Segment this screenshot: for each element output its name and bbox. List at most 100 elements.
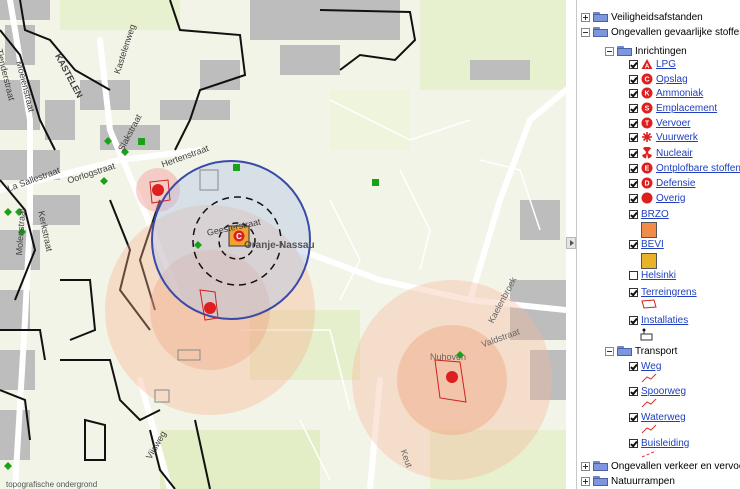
layer-checkbox[interactable] (629, 209, 638, 219)
layer-checkbox[interactable] (629, 412, 638, 422)
svg-text:D: D (644, 181, 649, 188)
tree-node-ongevallen-gevaarlijke-stoffen[interactable]: Ongevallen gevaarlijke stoffen (581, 25, 740, 39)
layer-checkbox[interactable] (629, 270, 638, 280)
tree-node-transport[interactable]: Transport (605, 344, 677, 358)
layer-brzo[interactable]: BRZO (629, 207, 669, 221)
svg-text:S: S (645, 106, 650, 113)
layer-checkbox[interactable] (629, 438, 638, 448)
layer-installaties[interactable]: Installaties (629, 313, 688, 327)
map-viewport[interactable]: C KASTELEN Kastelenweg Oorlogstraat Slak… (0, 0, 566, 489)
layer-link[interactable]: Waterweg (641, 412, 686, 423)
layer-helsinki[interactable]: Helsinki (629, 268, 676, 282)
tree-node-veiligheidsafstanden[interactable]: Veiligheidsafstanden (581, 10, 703, 24)
layer-checkbox[interactable] (629, 361, 638, 371)
layer-vuurwerk[interactable]: Vuurwerk (629, 130, 698, 144)
explosives-icon: E (641, 162, 653, 174)
opslag-icon: C (641, 73, 653, 85)
folder-icon (617, 46, 632, 56)
panel-collapse-handle[interactable] (566, 237, 576, 249)
collapse-icon[interactable] (581, 27, 590, 37)
layer-opslag[interactable]: C Opslag (629, 72, 688, 86)
tree-label[interactable]: Veiligheidsafstanden (611, 12, 703, 23)
folder-icon (593, 476, 608, 486)
installation-icon (640, 328, 653, 341)
layer-link[interactable]: Installaties (641, 315, 688, 326)
layer-checkbox[interactable] (629, 103, 638, 113)
tree-label[interactable]: Ongevallen verkeer en vervoer (611, 461, 740, 472)
layer-link[interactable]: Nucleair (656, 148, 693, 159)
tree-node-ongevallen-verkeer[interactable]: Ongevallen verkeer en vervoer (581, 459, 740, 473)
tree-label[interactable]: Transport (635, 346, 677, 357)
tree-label[interactable]: Inrichtingen (635, 46, 687, 57)
svg-text:K: K (644, 91, 649, 98)
pipeline-line-icon (641, 450, 657, 458)
tree-label[interactable]: Natuurrampen (611, 476, 675, 487)
layer-link[interactable]: Overig (656, 193, 685, 204)
layer-checkbox[interactable] (629, 148, 638, 158)
collapse-icon[interactable] (605, 346, 614, 356)
layer-lpg[interactable]: A LPG (629, 57, 676, 71)
layer-link[interactable]: Terreingrens (641, 287, 697, 298)
tree-node-natuurrampen[interactable]: Natuurrampen (581, 474, 675, 488)
defense-icon: D (641, 177, 653, 189)
emplacement-icon: S (641, 102, 653, 114)
layer-link[interactable]: Vuurwerk (656, 132, 698, 143)
svg-text:E: E (645, 166, 650, 173)
expand-icon[interactable] (581, 461, 590, 471)
layer-checkbox[interactable] (629, 59, 638, 69)
layer-link[interactable]: BEVI (641, 239, 664, 250)
collapse-icon[interactable] (605, 46, 614, 56)
waterway-line-icon (641, 424, 657, 434)
firework-icon (642, 132, 652, 142)
layer-checkbox[interactable] (629, 315, 638, 325)
bevi-swatch (641, 253, 657, 269)
layer-checkbox[interactable] (629, 287, 638, 297)
layer-nucleair[interactable]: Nucleair (629, 146, 693, 160)
layer-link[interactable]: Opslag (656, 74, 688, 85)
layer-link[interactable]: Emplacement (656, 103, 717, 114)
svg-text:C: C (644, 77, 649, 84)
layer-ontplofbare-stoffen[interactable]: E Ontplofbare stoffen (629, 161, 740, 175)
layer-waterweg[interactable]: Waterweg (629, 410, 686, 424)
layer-vervoer[interactable]: T Vervoer (629, 116, 690, 130)
layer-weg[interactable]: Weg (629, 359, 661, 373)
layer-link[interactable]: Ammoniak (656, 88, 703, 99)
lpg-icon: A (641, 59, 653, 70)
layer-checkbox[interactable] (629, 88, 638, 98)
layer-link[interactable]: Buisleiding (641, 438, 689, 449)
layer-link[interactable]: Helsinki (641, 270, 676, 281)
layer-link[interactable]: Spoorweg (641, 386, 686, 397)
folder-icon (593, 27, 608, 37)
layer-checkbox[interactable] (629, 132, 638, 142)
expand-icon[interactable] (581, 476, 590, 486)
street-label-nuhoven: Nuhoven (430, 352, 467, 362)
layer-checkbox[interactable] (629, 118, 638, 128)
folder-icon (593, 461, 608, 471)
layer-checkbox[interactable] (629, 74, 638, 84)
expand-icon[interactable] (581, 12, 590, 22)
layer-checkbox[interactable] (629, 239, 638, 249)
layer-link[interactable]: Ontplofbare stoffen (656, 163, 740, 174)
layer-checkbox[interactable] (629, 386, 638, 396)
layer-checkbox[interactable] (629, 193, 638, 203)
layer-link[interactable]: Vervoer (656, 118, 690, 129)
folder-icon (593, 12, 608, 22)
layer-checkbox[interactable] (629, 178, 638, 188)
layer-defensie[interactable]: D Defensie (629, 176, 695, 190)
layer-link[interactable]: BRZO (641, 209, 669, 220)
layer-tree-panel: Veiligheidsafstanden Ongevallen gevaarli… (576, 0, 740, 489)
tree-label[interactable]: Ongevallen gevaarlijke stoffen (611, 27, 740, 38)
layer-terreingrens[interactable]: Terreingrens (629, 285, 697, 299)
layer-ammoniak[interactable]: K Ammoniak (629, 86, 703, 100)
layer-emplacement[interactable]: S Emplacement (629, 101, 717, 115)
layer-spoorweg[interactable]: Spoorweg (629, 384, 686, 398)
layer-bevi[interactable]: BEVI (629, 237, 664, 251)
radiation-icon (642, 147, 652, 159)
tree-node-inrichtingen[interactable]: Inrichtingen (605, 44, 687, 58)
layer-overig[interactable]: Overig (629, 191, 685, 205)
layer-link[interactable]: LPG (656, 59, 676, 70)
layer-buisleiding[interactable]: Buisleiding (629, 436, 689, 450)
layer-checkbox[interactable] (629, 163, 638, 173)
layer-link[interactable]: Defensie (656, 178, 695, 189)
layer-link[interactable]: Weg (641, 361, 661, 372)
